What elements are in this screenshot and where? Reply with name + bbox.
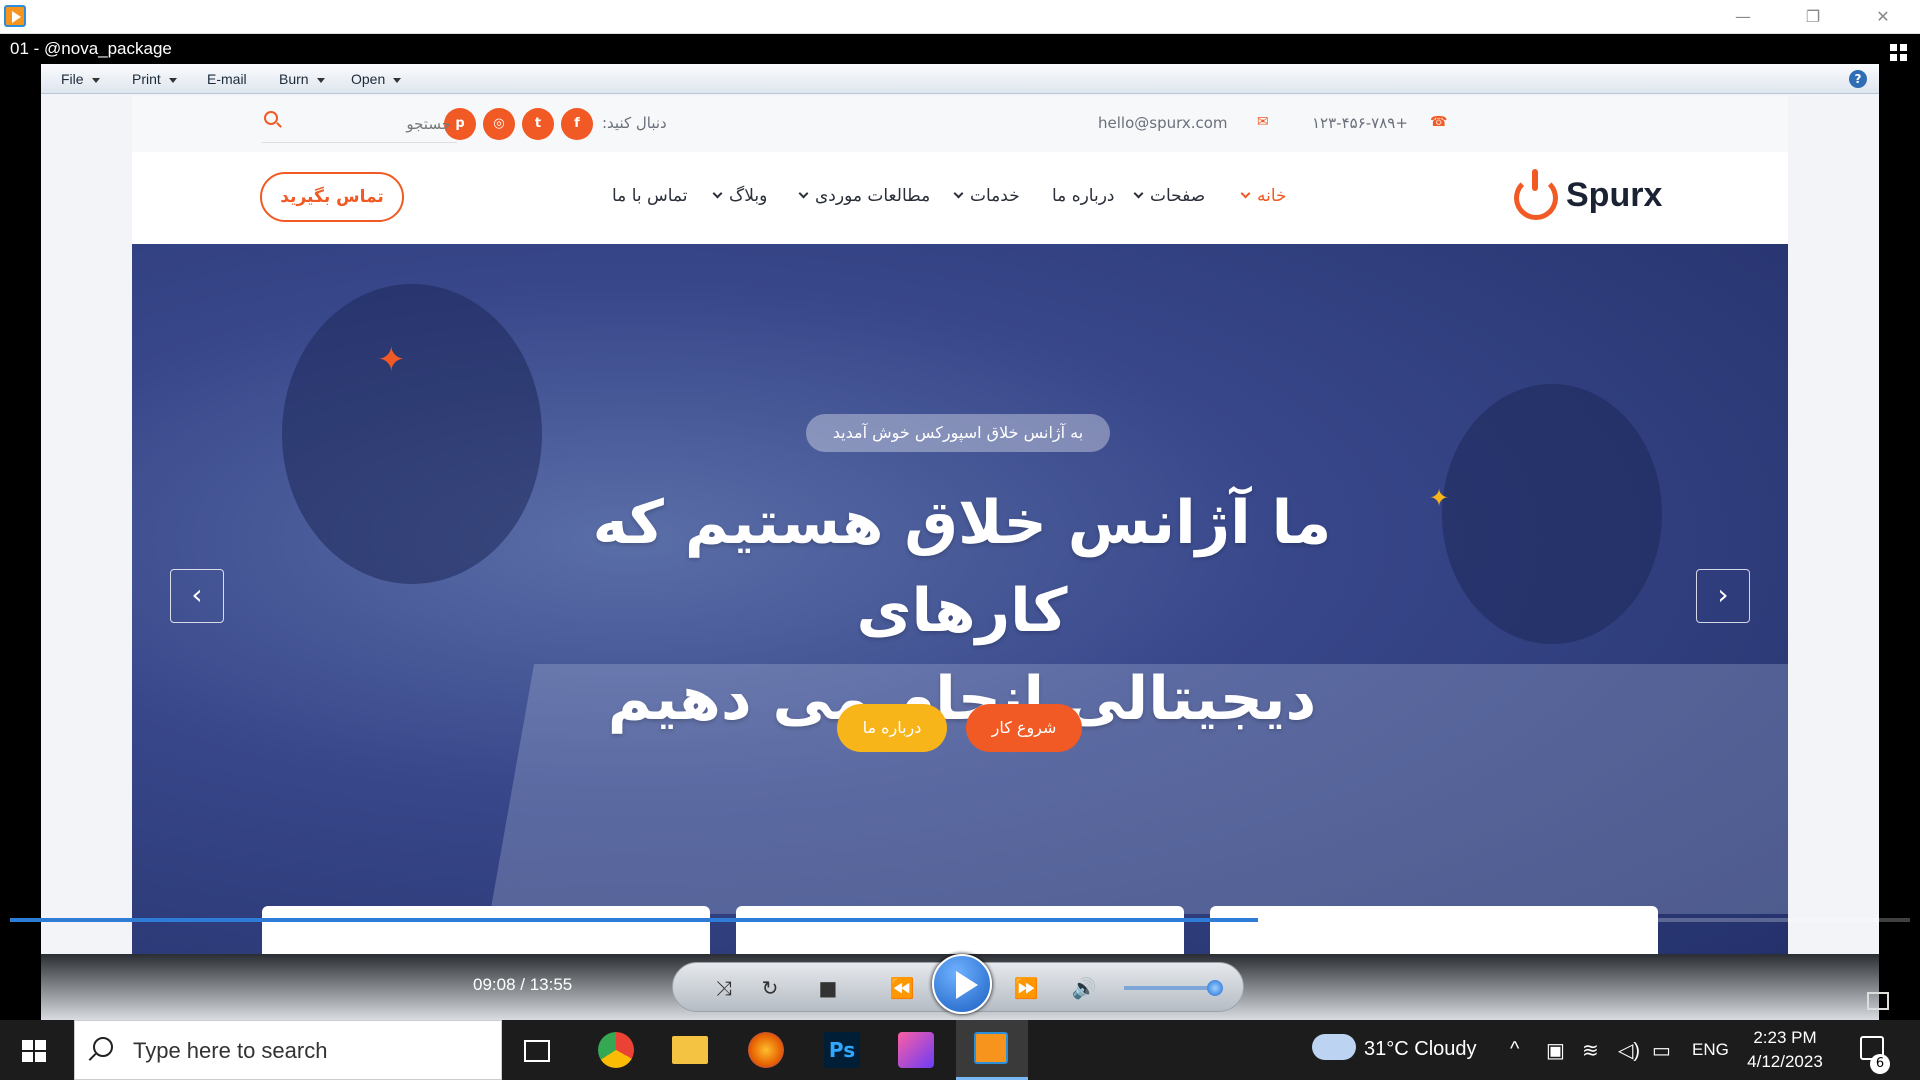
logo-text: Spurx — [1566, 176, 1663, 214]
media-player-taskbar-button[interactable] — [956, 1020, 1028, 1080]
seek-bar[interactable] — [10, 918, 1910, 922]
fast-forward-icon[interactable]: ⏩ — [1011, 973, 1041, 1003]
channel-name: @nova_package — [44, 39, 172, 58]
menu-burn[interactable]: Burn — [279, 71, 325, 87]
stop-icon[interactable]: ■ — [813, 973, 843, 1003]
weather-text[interactable]: 31°C Cloudy — [1364, 1038, 1477, 1061]
nav-about[interactable]: درباره ما — [1052, 186, 1115, 206]
close-icon[interactable]: ✕ — [1860, 4, 1906, 30]
video-title: 01 - @nova_package — [10, 39, 172, 59]
next-slide-button[interactable]: › — [1696, 569, 1750, 623]
shuffle-icon[interactable]: ⤨ — [709, 973, 739, 1003]
menu-print[interactable]: Print — [132, 71, 177, 87]
episode-number: 01 - — [10, 39, 40, 58]
sparkle-icon: ✦ — [1429, 484, 1450, 512]
email-address[interactable]: hello@spurx.com — [1098, 114, 1228, 132]
seek-progress — [10, 918, 1259, 922]
hero-photo-person — [282, 284, 542, 584]
player-app-icon — [4, 5, 26, 27]
search-icon — [93, 1037, 113, 1057]
headline-line-1: ما آژانس خلاق هستیم که کارهای — [592, 488, 1332, 646]
play-button[interactable] — [932, 954, 992, 1014]
rewind-icon[interactable]: ⏪ — [887, 973, 917, 1003]
language-indicator[interactable]: ENG — [1692, 1040, 1729, 1060]
menu-open[interactable]: Open — [351, 71, 402, 87]
about-us-button[interactable]: درباره ما — [837, 704, 947, 752]
search-icon[interactable] — [264, 111, 278, 125]
volume-icon[interactable]: 🔊 — [1069, 973, 1099, 1003]
contact-button[interactable]: تماس بگیرید — [260, 172, 404, 222]
fullscreen-icon[interactable] — [1867, 992, 1889, 1010]
nav-pages[interactable]: صفحات — [1133, 186, 1205, 206]
phone-number[interactable]: +۱۲۳-۴۵۶-۷۸۹ — [1312, 114, 1408, 132]
restore-icon[interactable]: ❐ — [1790, 4, 1836, 30]
headline-line-2: دیجیتالی انجام می دهیم — [607, 664, 1317, 734]
search-placeholder: جستجو — [406, 115, 451, 133]
volume-slider[interactable] — [1124, 986, 1212, 990]
video-area[interactable]: 01 - @nova_package File Print E-mail Bur… — [0, 34, 1920, 1020]
volume-tray-icon[interactable]: ◁) — [1618, 1038, 1640, 1063]
firefox-icon[interactable] — [748, 1032, 784, 1068]
spurx-logo[interactable]: Spurx — [1512, 169, 1672, 226]
photo-viewer-window: File Print E-mail Burn Open ? ☎ +۱۲۳-۴۵۶… — [41, 64, 1879, 984]
window-title-bar: — ❐ ✕ — [0, 0, 1920, 34]
nav-services[interactable]: خدمات — [953, 186, 1020, 206]
file-explorer-icon[interactable] — [672, 1036, 708, 1064]
hero-badge: به آژانس خلاق اسپورکس خوش آمدید — [806, 414, 1110, 452]
taskbar-search-placeholder: Type here to search — [133, 1038, 328, 1063]
hero-headline: ما آژانس خلاق هستیم که کارهای دیجیتالی ا… — [512, 479, 1412, 743]
media-player-icon — [974, 1032, 1008, 1064]
photoshop-icon[interactable]: Ps — [824, 1032, 860, 1068]
phone-icon: ☎ — [1430, 114, 1448, 130]
nav-contact[interactable]: تماس با ما — [612, 186, 688, 206]
battery-icon[interactable]: ▭ — [1652, 1038, 1671, 1063]
hero-section: ✦ ✦ به آژانس خلاق اسپورکس خوش آمدید ما آ… — [132, 244, 1788, 984]
chevron-up-icon[interactable]: ^ — [1510, 1038, 1519, 1061]
logo-icon — [1514, 169, 1558, 220]
sparkle-icon: ✦ — [377, 340, 406, 380]
mail-icon: ✉ — [1257, 114, 1269, 130]
menu-email[interactable]: E-mail — [207, 71, 247, 87]
minimize-icon[interactable]: — — [1720, 4, 1766, 30]
prev-slide-button[interactable]: ‹ — [170, 569, 224, 623]
nav-case-studies[interactable]: مطالعات موردی — [798, 186, 930, 206]
website-preview: ☎ +۱۲۳-۴۵۶-۷۸۹ ✉ hello@spurx.com دنبال ک… — [132, 96, 1788, 984]
wifi-icon[interactable]: ≋ — [1582, 1038, 1599, 1063]
follow-label: دنبال کنید: — [602, 114, 667, 132]
repeat-icon[interactable]: ↻ — [755, 973, 785, 1003]
get-started-button[interactable]: شروع کار — [966, 704, 1082, 752]
site-topbar: ☎ +۱۲۳-۴۵۶-۷۸۹ ✉ hello@spurx.com دنبال ک… — [132, 96, 1788, 152]
grid-icon[interactable] — [1890, 44, 1908, 62]
cloud-icon — [1312, 1034, 1356, 1060]
meet-now-icon[interactable]: ▣ — [1546, 1038, 1565, 1063]
volume-knob[interactable] — [1207, 980, 1223, 996]
nav-home[interactable]: خانه — [1240, 186, 1287, 206]
nav-blog[interactable]: وبلاگ — [712, 186, 767, 206]
phpstorm-icon[interactable] — [898, 1032, 934, 1068]
menu-file[interactable]: File — [61, 71, 100, 87]
chrome-icon[interactable] — [598, 1032, 634, 1068]
notification-count: 6 — [1870, 1054, 1890, 1074]
time-display: 09:08 / 13:55 — [473, 975, 573, 994]
viewer-menubar: File Print E-mail Burn Open ? — [41, 64, 1879, 94]
site-navbar: تماس بگیرید خانه صفحات درباره ما خدمات م… — [132, 152, 1788, 244]
windows-taskbar: Type here to search Ps 31°C Cloudy ^ ▣ ≋… — [0, 1020, 1920, 1080]
clock-date: 4/12/2023 — [1747, 1052, 1823, 1071]
facebook-icon[interactable]: f — [561, 108, 593, 140]
task-view-icon[interactable] — [524, 1040, 550, 1062]
instagram-icon[interactable]: ◎ — [483, 108, 515, 140]
taskbar-clock[interactable]: 2:23 PM 4/12/2023 — [1740, 1026, 1830, 1074]
taskbar-search-input[interactable]: Type here to search — [74, 1020, 502, 1080]
site-search-input[interactable]: جستجو — [262, 109, 457, 143]
windows-start-icon[interactable] — [22, 1040, 46, 1062]
hero-photo-person — [1442, 384, 1662, 644]
twitter-icon[interactable]: t — [522, 108, 554, 140]
help-icon[interactable]: ? — [1849, 70, 1867, 88]
clock-time: 2:23 PM — [1753, 1028, 1817, 1047]
